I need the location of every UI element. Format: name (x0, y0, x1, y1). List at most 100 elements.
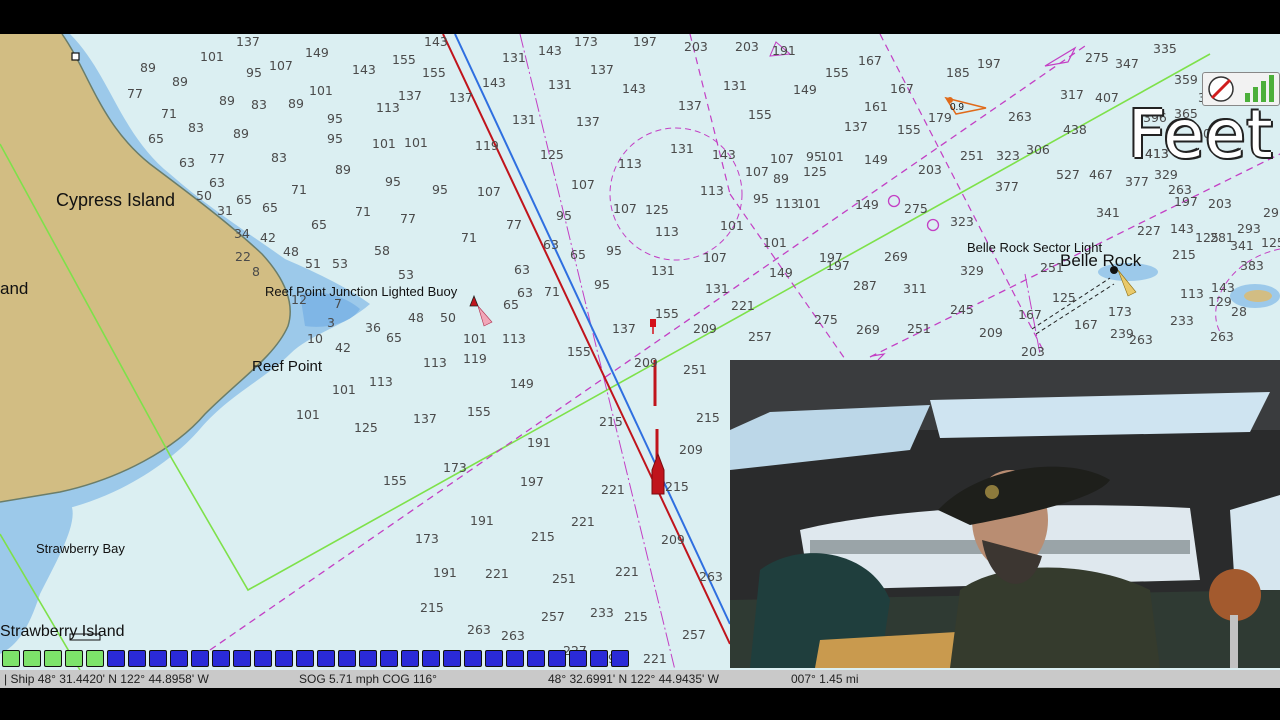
depth-sounding: 233 (1170, 313, 1194, 328)
depth-sounding: 155 (825, 65, 849, 80)
depth-sounding: 173 (415, 531, 439, 546)
depth-sounding: 221 (731, 298, 755, 313)
depth-sounding: 329 (960, 263, 984, 278)
depth-sounding: 107 (571, 177, 595, 192)
depth-sounding: 191 (470, 513, 494, 528)
depth-sounding: 203 (1021, 344, 1045, 359)
progress-segment (506, 650, 524, 667)
depth-sounding: 149 (510, 376, 534, 391)
place-label-strawberry-bay: Strawberry Bay (36, 541, 125, 556)
depth-sounding: 221 (485, 566, 509, 581)
depth-sounding: 137 (236, 34, 260, 49)
depth-sounding: 83 (188, 120, 204, 135)
depth-sounding: 137 (576, 114, 600, 129)
depth-sounding: 65 (148, 131, 164, 146)
depth-sounding: 58 (374, 243, 390, 258)
depth-sounding: 101 (820, 149, 844, 164)
depth-sounding: 155 (567, 344, 591, 359)
depth-sounding: 209 (693, 321, 717, 336)
depth-sounding: 467 (1089, 167, 1113, 182)
progress-segment (401, 650, 419, 667)
depth-sounding: 131 (670, 141, 694, 156)
depth-sounding: 197 (520, 474, 544, 489)
depth-sounding: 113 (655, 224, 679, 239)
progress-segment (2, 650, 20, 667)
depth-sounding: 95 (594, 277, 610, 292)
depth-sounding: 83 (251, 97, 267, 112)
depth-sounding: 65 (262, 200, 278, 215)
depth-sounding: 167 (858, 53, 882, 68)
depth-sounding: 107 (745, 164, 769, 179)
depth-sounding: 36 (365, 320, 381, 335)
depth-sounding: 113 (618, 156, 642, 171)
depth-sounding: 438 (1063, 122, 1087, 137)
depth-sounding: 197 (633, 34, 657, 49)
depth-sounding: 197 (977, 56, 1001, 71)
depth-sounding: 129 (1208, 294, 1232, 309)
waypoint-square (71, 52, 80, 61)
depth-sounding: 347 (1115, 56, 1139, 71)
ship-position: | Ship 48° 31.4420' N 122° 44.8958' W (4, 672, 209, 686)
progress-segment (65, 650, 83, 667)
depth-sounding: 383 (1240, 258, 1264, 273)
depth-sounding: 113 (1180, 286, 1204, 301)
depth-sounding: 155 (392, 52, 416, 67)
depth-sounding: 275 (814, 312, 838, 327)
depth-sounding: 89 (335, 162, 351, 177)
depth-sounding: 203 (918, 162, 942, 177)
depth-sounding: 167 (1018, 307, 1042, 322)
depth-sounding: 50 (196, 188, 212, 203)
depth-sounding: 95 (556, 208, 572, 223)
boundary-line (519, 34, 676, 670)
depth-sounding: 191 (433, 565, 457, 580)
depth-sounding: 131 (651, 263, 675, 278)
magenta-circle-mark (887, 194, 901, 208)
gps-status-panel[interactable] (1202, 72, 1280, 106)
skylight-right (930, 392, 1270, 438)
depth-sounding: 149 (864, 152, 888, 167)
land-right-islet (1244, 290, 1272, 302)
depth-sounding: 48 (283, 244, 299, 259)
depth-sounding: 215 (420, 600, 444, 615)
depth-sounding: 209 (979, 325, 1003, 340)
depth-sounding: 63 (179, 155, 195, 170)
depth-sounding: 77 (127, 86, 143, 101)
feature-label-reef-buoy: Reef Point Junction Lighted Buoy (265, 284, 458, 299)
throttle-lever (1230, 615, 1238, 668)
depth-sounding: 131 (723, 78, 747, 93)
depth-sounding: 131 (512, 112, 536, 127)
depth-sounding: 209 (634, 355, 658, 370)
depth-sounding: 233 (590, 605, 614, 620)
depth-sounding: 227 (1137, 223, 1161, 238)
depth-sounding: 63 (517, 285, 533, 300)
magenta-circle-mark (926, 218, 940, 232)
progress-segment (485, 650, 503, 667)
depth-sounding: 209 (679, 442, 703, 457)
depth-sounding: 101 (309, 83, 333, 98)
depth-sounding: 311 (903, 281, 927, 296)
progress-segment (317, 650, 335, 667)
depth-sounding: 101 (797, 196, 821, 211)
depth-sounding: 107 (613, 201, 637, 216)
depth-sounding: 149 (855, 197, 879, 212)
depth-sounding: 263 (1129, 332, 1153, 347)
depth-sounding: 173 (574, 34, 598, 49)
depth-sounding: 137 (398, 88, 422, 103)
depth-sounding: 143 (622, 81, 646, 96)
progress-segment (23, 650, 41, 667)
depth-sounding: 263 (1210, 329, 1234, 344)
progress-segment (422, 650, 440, 667)
depth-sounding: 22 (235, 249, 251, 264)
depth-sounding: 155 (422, 65, 446, 80)
progress-segment (590, 650, 608, 667)
depth-sounding: 53 (398, 267, 414, 282)
depth-sounding: 95 (606, 243, 622, 258)
progress-segment (611, 650, 629, 667)
depth-sounding: 191 (772, 43, 796, 58)
place-label-reef-point: Reef Point (252, 358, 323, 375)
progress-bar (2, 650, 629, 668)
depth-sounding: 8 (252, 264, 260, 279)
depth-sounding: 257 (541, 609, 565, 624)
depth-sounding: 203 (1208, 196, 1232, 211)
buoy-light-flare (477, 305, 493, 327)
